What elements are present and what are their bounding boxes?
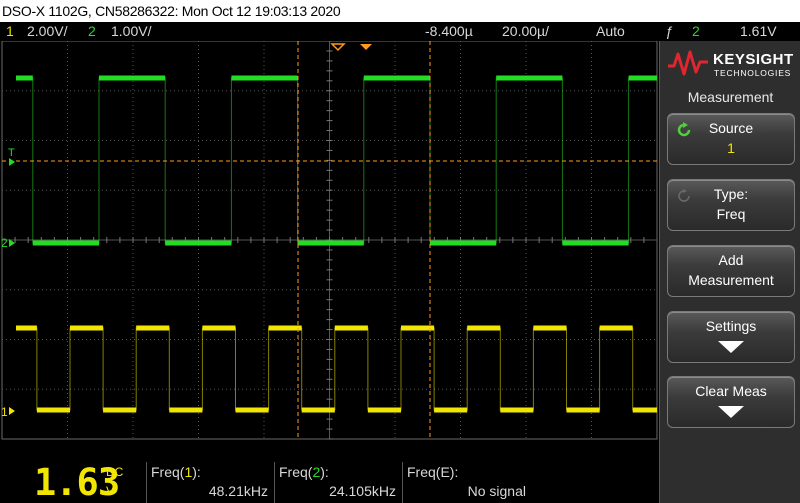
trigger-level-arrow-icon bbox=[9, 158, 15, 166]
trigger-source[interactable]: 2 bbox=[692, 22, 700, 41]
softkey-panel: KEYSIGHT TECHNOLOGIES Measurement Source… bbox=[659, 41, 800, 503]
trigger-level[interactable]: 1.61V bbox=[740, 22, 777, 41]
logo-word: KEYSIGHT bbox=[713, 51, 794, 68]
ch1-trace bbox=[16, 325, 657, 413]
settings-softkey-label: Settings bbox=[705, 318, 757, 334]
unit-label: V bbox=[106, 484, 115, 498]
scope-status-bar: 1 2.00V/ 2 1.00V/ -8.400µ 20.00µ/ Auto ƒ… bbox=[0, 22, 800, 41]
ch1-indicator[interactable]: 1 bbox=[6, 22, 14, 41]
trigger-position-marker[interactable] bbox=[330, 43, 372, 52]
settings-softkey[interactable]: Settings bbox=[667, 311, 795, 363]
window-title: DSO-X 1102G, CN58286322: Mon Oct 12 19:0… bbox=[2, 3, 341, 19]
freq-ch1-label: Freq(1): bbox=[151, 464, 201, 480]
arrow-down-icon bbox=[718, 406, 744, 418]
source-softkey-value: 1 bbox=[727, 140, 735, 156]
logo-sub: TECHNOLOGIES bbox=[714, 68, 792, 78]
ch2-trace bbox=[16, 75, 657, 246]
freq-ch2-value: 24.105kHz bbox=[329, 483, 396, 499]
freq-ch1-measurement[interactable]: Freq(1): 48.21kHz bbox=[146, 462, 274, 503]
waveform-graticule: T 2 1 bbox=[1, 41, 658, 440]
ch1-ground-marker[interactable]: 1 bbox=[1, 405, 8, 419]
ch1-scale[interactable]: 2.00V/ bbox=[27, 22, 67, 41]
time-offset[interactable]: -8.400µ bbox=[425, 22, 473, 41]
freq-ch2-measurement[interactable]: Freq(2): 24.105kHz bbox=[274, 462, 402, 503]
ch2-ground-marker[interactable]: 2 bbox=[1, 236, 8, 250]
coupling-label: DC bbox=[106, 465, 124, 479]
time-scale[interactable]: 20.00µ/ bbox=[502, 22, 549, 41]
freq-ext-label: Freq(E): bbox=[407, 464, 459, 480]
add-measurement-softkey[interactable]: Add Measurement bbox=[667, 245, 795, 297]
keysight-logo: KEYSIGHT TECHNOLOGIES bbox=[668, 47, 794, 83]
window-title-bar: DSO-X 1102G, CN58286322: Mon Oct 12 19:0… bbox=[0, 0, 800, 22]
ch2-scale[interactable]: 1.00V/ bbox=[111, 22, 151, 41]
clear-meas-softkey[interactable]: Clear Meas bbox=[667, 376, 795, 428]
type-softkey-value: Freq bbox=[716, 206, 746, 222]
graticule-grid bbox=[1, 41, 658, 440]
keysight-wave-icon bbox=[668, 50, 708, 76]
clear-meas-softkey-label: Clear Meas bbox=[695, 383, 767, 399]
trigger-mode[interactable]: Auto bbox=[596, 22, 625, 41]
type-softkey[interactable]: Type: Freq bbox=[667, 179, 795, 231]
add-measurement-label-1: Add bbox=[718, 252, 744, 268]
freq-ch1-value: 48.21kHz bbox=[208, 483, 268, 499]
add-measurement-label-2: Measurement bbox=[688, 272, 774, 288]
source-softkey[interactable]: Source 1 bbox=[667, 113, 795, 165]
ch2-indicator[interactable]: 2 bbox=[88, 22, 96, 41]
freq-ext-value: No signal bbox=[467, 483, 526, 499]
freq-ch2-label: Freq(2): bbox=[279, 464, 329, 480]
voltage-readout: 1.63 bbox=[34, 462, 120, 503]
trigger-level-marker[interactable]: T bbox=[8, 147, 15, 159]
waveform-display[interactable]: T 2 1 bbox=[0, 41, 659, 441]
ch1-wave-edges bbox=[16, 327, 657, 411]
freq-ext-measurement[interactable]: Freq(E): No signal bbox=[402, 462, 532, 503]
source-softkey-label: Source bbox=[708, 120, 754, 136]
trigger-slope-icon: ƒ bbox=[665, 23, 673, 39]
panel-heading: Measurement bbox=[687, 89, 774, 105]
type-softkey-label: Type: bbox=[713, 186, 749, 202]
measurement-readout-bar: 1.63 DC V Freq(1): 48.21kHz Freq(2): 24.… bbox=[0, 462, 659, 503]
arrow-down-icon bbox=[718, 341, 744, 353]
ch2-wave-edges bbox=[16, 77, 657, 244]
ch1-ground-arrow-icon bbox=[9, 407, 15, 415]
